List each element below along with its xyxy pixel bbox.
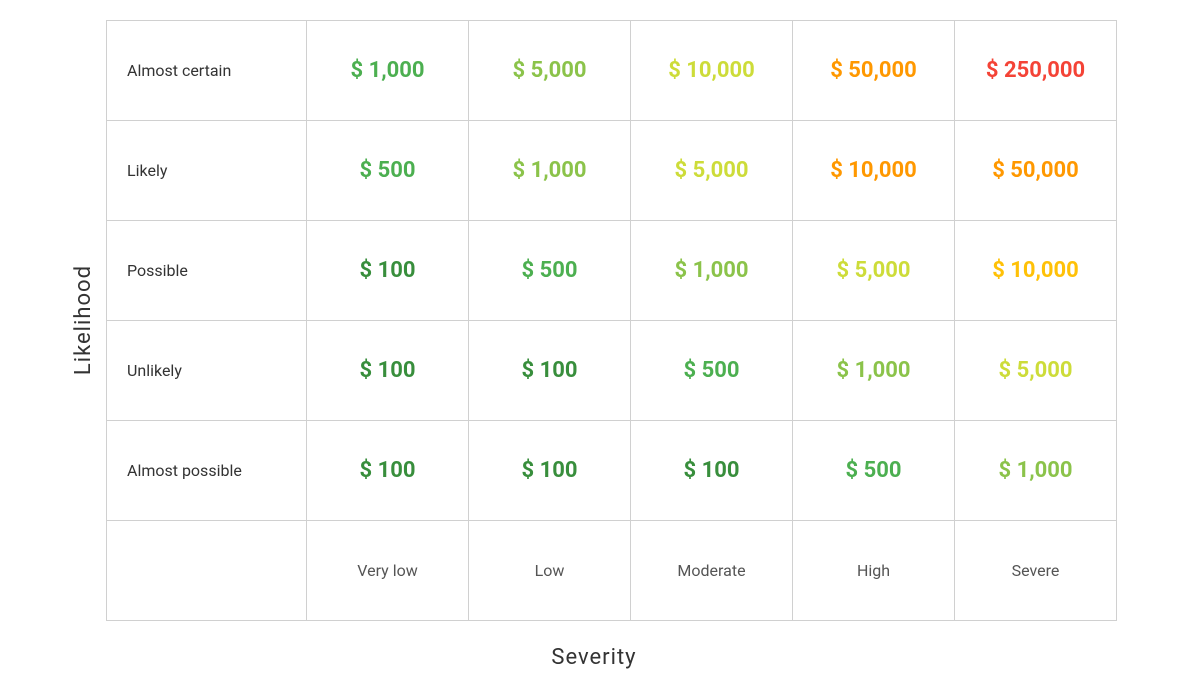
cell-value-2-1: $ 500 (522, 258, 578, 283)
cell-4-1: $ 100 (469, 421, 631, 521)
cell-3-0: $ 100 (307, 321, 469, 421)
cell-1-3: $ 10,000 (793, 121, 955, 221)
cell-2-3: $ 5,000 (793, 221, 955, 321)
risk-matrix-table: Almost certain $ 1,000 $ 5,000 $ 10,000 $ 50… (106, 20, 1117, 621)
cell-value-3-4: $ 5,000 (999, 358, 1073, 383)
cell-value-4-3: $ 500 (846, 458, 902, 483)
cell-value-2-2: $ 1,000 (675, 258, 749, 283)
cell-value-1-0: $ 500 (360, 158, 416, 183)
cell-value-3-1: $ 100 (522, 358, 578, 383)
cell-4-3: $ 500 (793, 421, 955, 521)
col-label-0: Very low (307, 521, 469, 621)
cell-4-4: $ 1,000 (955, 421, 1117, 521)
row-label-3: Unlikely (107, 321, 307, 421)
col-label-1: Low (469, 521, 631, 621)
cell-value-4-2: $ 100 (684, 458, 740, 483)
y-axis-label: Likelihood (71, 265, 96, 375)
corner-cell (107, 521, 307, 621)
cell-1-0: $ 500 (307, 121, 469, 221)
matrix-wrapper: Likelihood Almost certain $ 1,000 $ 5,000 $… (71, 20, 1117, 621)
cell-value-2-4: $ 10,000 (992, 258, 1079, 283)
col-label-3: High (793, 521, 955, 621)
cell-value-3-3: $ 1,000 (837, 358, 911, 383)
row-label-4: Almost possible (107, 421, 307, 521)
cell-1-2: $ 5,000 (631, 121, 793, 221)
cell-value-3-2: $ 500 (684, 358, 740, 383)
cell-value-1-3: $ 10,000 (830, 158, 917, 183)
cell-2-0: $ 100 (307, 221, 469, 321)
cell-value-0-1: $ 5,000 (513, 58, 587, 83)
cell-value-1-4: $ 50,000 (992, 158, 1079, 183)
row-label-0: Almost certain (107, 21, 307, 121)
cell-3-1: $ 100 (469, 321, 631, 421)
row-label-2: Possible (107, 221, 307, 321)
cell-0-2: $ 10,000 (631, 21, 793, 121)
cell-value-1-2: $ 5,000 (675, 158, 749, 183)
cell-4-2: $ 100 (631, 421, 793, 521)
cell-2-4: $ 10,000 (955, 221, 1117, 321)
cell-3-3: $ 1,000 (793, 321, 955, 421)
cell-1-4: $ 50,000 (955, 121, 1117, 221)
cell-value-0-4: $ 250,000 (986, 58, 1085, 83)
cell-4-0: $ 100 (307, 421, 469, 521)
cell-value-4-4: $ 1,000 (999, 458, 1073, 483)
col-label-4: Severe (955, 521, 1117, 621)
cell-value-2-0: $ 100 (360, 258, 416, 283)
cell-0-0: $ 1,000 (307, 21, 469, 121)
cell-value-0-2: $ 10,000 (668, 58, 755, 83)
cell-value-1-1: $ 1,000 (513, 158, 587, 183)
cell-value-2-3: $ 5,000 (837, 258, 911, 283)
cell-0-1: $ 5,000 (469, 21, 631, 121)
col-label-2: Moderate (631, 521, 793, 621)
cell-value-0-0: $ 1,000 (351, 58, 425, 83)
cell-value-4-1: $ 100 (522, 458, 578, 483)
cell-0-4: $ 250,000 (955, 21, 1117, 121)
cell-2-2: $ 1,000 (631, 221, 793, 321)
cell-value-0-3: $ 50,000 (830, 58, 917, 83)
x-axis-label: Severity (551, 645, 636, 670)
cell-value-3-0: $ 100 (360, 358, 416, 383)
row-label-1: Likely (107, 121, 307, 221)
cell-1-1: $ 1,000 (469, 121, 631, 221)
cell-2-1: $ 500 (469, 221, 631, 321)
cell-3-4: $ 5,000 (955, 321, 1117, 421)
cell-3-2: $ 500 (631, 321, 793, 421)
cell-0-3: $ 50,000 (793, 21, 955, 121)
cell-value-4-0: $ 100 (360, 458, 416, 483)
chart-container: Likelihood Almost certain $ 1,000 $ 5,000 $… (51, 0, 1137, 690)
